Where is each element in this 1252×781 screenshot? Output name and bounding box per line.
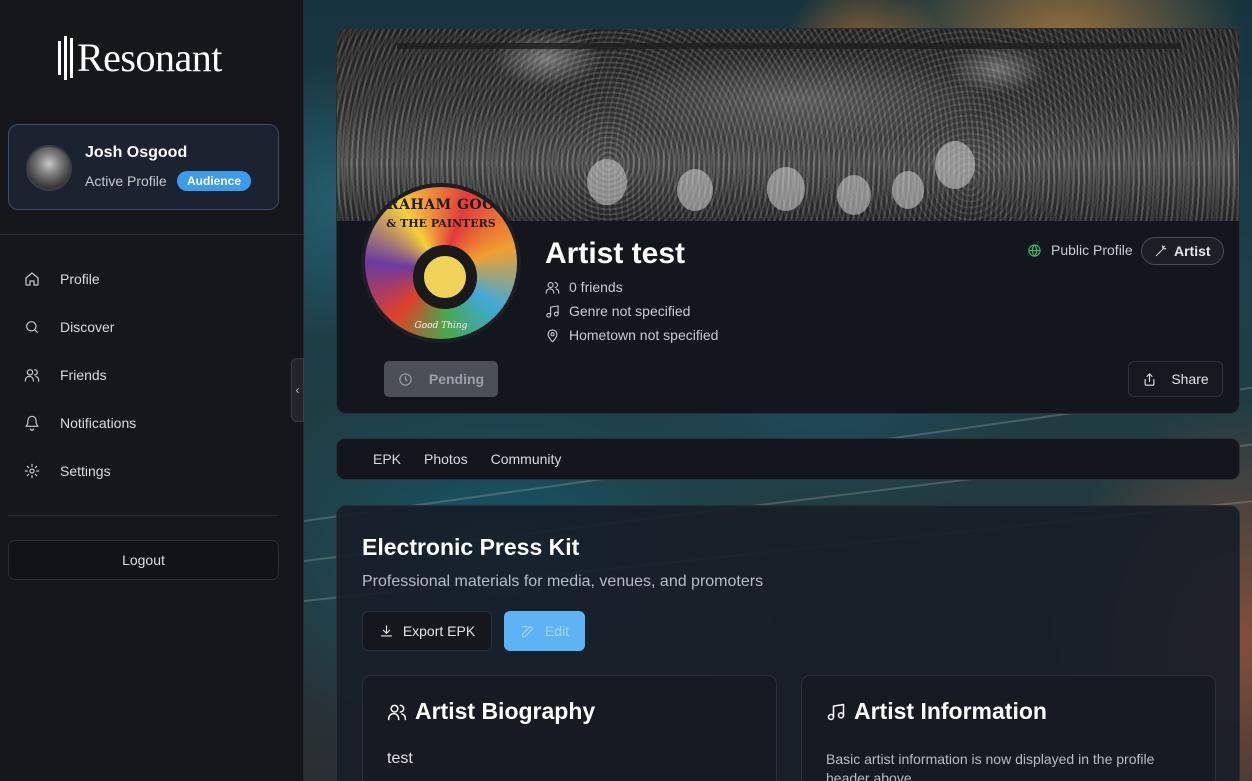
search-icon: [26, 321, 38, 333]
friends-count-label: 0 friends: [569, 279, 623, 295]
visibility-indicator: Public Profile: [1027, 242, 1133, 258]
sidebar-item-label: Settings: [60, 463, 111, 479]
gear-icon: [24, 463, 40, 479]
pending-button[interactable]: Pending: [384, 361, 498, 397]
users-icon: [24, 369, 40, 382]
artist-information-card: Artist Information Basic artist informat…: [801, 675, 1216, 781]
sidebar-item-friends[interactable]: Friends: [0, 351, 304, 399]
wand-icon: [1155, 245, 1167, 257]
sidebar-collapse-handle[interactable]: ‹: [291, 358, 304, 422]
edit-button[interactable]: Edit: [504, 611, 585, 651]
logo-text: Resonant: [77, 35, 222, 80]
music-note-icon: [827, 703, 845, 720]
users-icon: [545, 281, 560, 294]
tab-community[interactable]: Community: [491, 451, 562, 467]
profile-status: Active Profile: [85, 173, 167, 189]
tab-epk[interactable]: EPK: [373, 451, 401, 467]
epk-title: Electronic Press Kit: [362, 534, 580, 560]
hometown-info: Hometown not specified: [545, 327, 718, 343]
audience-badge: Audience: [177, 171, 252, 191]
download-icon: [380, 624, 392, 636]
chevron-left-icon: ‹: [295, 383, 300, 397]
share-label: Share: [1171, 371, 1209, 387]
epk-subtitle: Professional materials for media, venues…: [362, 573, 764, 590]
globe-icon: [1028, 243, 1041, 257]
edit-icon: [521, 625, 533, 637]
visibility-label: Public Profile: [1051, 242, 1133, 258]
information-text: Basic artist information is now displaye…: [826, 751, 1155, 781]
sidebar-divider: [8, 515, 279, 516]
epk-section: Electronic Press Kit Professional materi…: [336, 505, 1240, 781]
biography-text: test: [387, 750, 413, 767]
sidebar-divider: [0, 234, 304, 235]
home-icon: [25, 272, 39, 286]
information-heading: Artist Information: [826, 698, 1047, 725]
sidebar-item-label: Notifications: [60, 415, 137, 431]
sidebar-item-label: Friends: [60, 367, 107, 383]
export-epk-label: Export EPK: [402, 623, 476, 639]
avatar-ring-graphic: [413, 245, 477, 309]
avatar-logo-line2: & THE PAINTERS: [386, 217, 496, 230]
avatar-logo-line3: Good Thing: [414, 321, 468, 331]
artist-name: Artist test: [545, 237, 686, 270]
share-icon: [1144, 372, 1155, 386]
tab-photos[interactable]: Photos: [424, 451, 468, 467]
avatar: [26, 145, 72, 191]
profile-tabs: EPK Photos Community: [336, 438, 1240, 480]
sidebar-item-label: Discover: [60, 319, 115, 335]
active-profile-card[interactable]: Josh Osgood Active Profile Audience: [8, 124, 279, 210]
share-button[interactable]: Share: [1128, 361, 1223, 397]
sidebar-item-discover[interactable]: Discover: [0, 303, 304, 351]
hometown-label: Hometown not specified: [569, 327, 719, 343]
map-pin-icon: [547, 328, 558, 342]
information-title: Artist Information: [854, 698, 1047, 724]
artist-type-label: Artist: [1174, 243, 1211, 259]
genre-info: Genre not specified: [545, 303, 690, 319]
artist-avatar: GRAHAM GOOD & THE PAINTERS Good Thing: [361, 183, 521, 343]
sidebar: Resonant Josh Osgood Active Profile Audi…: [0, 0, 304, 781]
sidebar-nav: Profile Discover Friends Notifications S…: [0, 255, 304, 495]
genre-label: Genre not specified: [569, 303, 691, 319]
sidebar-item-notifications[interactable]: Notifications: [0, 399, 304, 447]
users-icon: [387, 704, 407, 720]
artist-type-badge: Artist: [1141, 237, 1224, 265]
pending-label: Pending: [428, 371, 485, 387]
logout-button[interactable]: Logout: [8, 540, 279, 580]
artist-header-card: GRAHAM GOOD & THE PAINTERS Good Thing Ar…: [336, 28, 1240, 414]
artist-biography-card: Artist Biography test: [362, 675, 777, 781]
sidebar-item-profile[interactable]: Profile: [0, 255, 304, 303]
sidebar-item-label: Profile: [60, 271, 100, 287]
app-logo[interactable]: Resonant: [58, 36, 222, 80]
edit-label: Edit: [544, 623, 570, 639]
bell-icon: [25, 415, 39, 431]
export-epk-button[interactable]: Export EPK: [362, 611, 492, 651]
clock-icon: [399, 372, 412, 386]
avatar-logo-line1: GRAHAM GOOD: [374, 197, 508, 213]
biography-title: Artist Biography: [415, 698, 596, 724]
friends-count[interactable]: 0 friends: [545, 279, 623, 295]
sidebar-item-settings[interactable]: Settings: [0, 447, 304, 495]
music-note-icon: [546, 304, 559, 318]
logo-bars-icon: [58, 36, 73, 80]
biography-heading: Artist Biography: [387, 698, 595, 725]
profile-name: Josh Osgood: [85, 144, 188, 161]
